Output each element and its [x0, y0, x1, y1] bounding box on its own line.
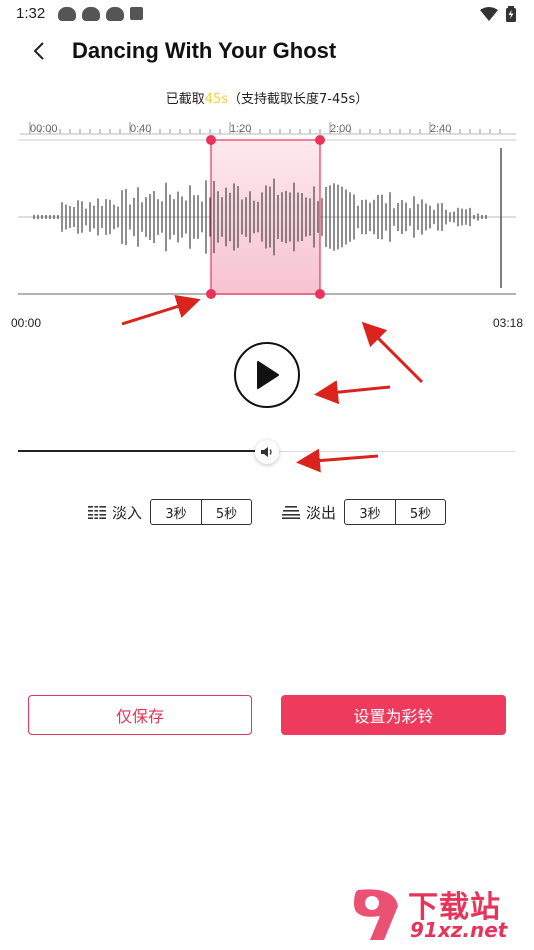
volume-knob[interactable]: [255, 440, 279, 464]
fade-in-3s-option[interactable]: 3秒: [151, 500, 201, 524]
wifi-icon: [480, 7, 498, 21]
annotation-arrow: [361, 321, 424, 384]
save-only-button[interactable]: 仅保存: [28, 695, 252, 735]
clip-info: 已截取45s（支持截取长度7-45s）: [0, 88, 534, 107]
ruler-tick-label: 00:00: [30, 123, 58, 135]
waveform-canvas[interactable]: 00:00 0:40 1:20 2:00 2:40: [0, 116, 534, 316]
clip-duration: 45s: [204, 92, 229, 107]
set-ringtone-button[interactable]: 设置为彩铃: [281, 695, 506, 735]
volume-track-empty: [279, 451, 516, 452]
app-notification-icon: [82, 7, 100, 21]
watermark-text-bottom: 91xz.net: [410, 918, 508, 942]
volume-slider[interactable]: [18, 440, 516, 464]
fade-out-label: 淡出: [306, 503, 337, 522]
timeline-tick-labels: 00:00 0:40 1:20 2:00 2:40: [30, 123, 451, 135]
fade-out-icon: [282, 506, 300, 519]
status-right: [480, 6, 516, 22]
fade-in-icon: [88, 505, 106, 519]
clip-info-prefix: 已截取: [165, 92, 205, 107]
battery-icon: [506, 6, 516, 22]
status-notification-icons: [58, 7, 143, 21]
volume-track-filled: [18, 450, 255, 452]
status-time: 1:32: [16, 5, 46, 22]
fade-out-group: 淡出 3秒 5秒: [282, 499, 447, 525]
fade-in-5s-option[interactable]: 5秒: [201, 500, 251, 524]
app-notification-icon: [130, 7, 143, 20]
chevron-left-icon: [33, 42, 44, 60]
play-icon: [257, 361, 279, 389]
selection-start-handle[interactable]: [206, 289, 216, 299]
annotation-arrow: [314, 380, 391, 405]
selection-end-handle-top[interactable]: [315, 135, 325, 145]
site-watermark: 下载站 91xz.net: [348, 882, 526, 944]
fade-in-group: 淡入 3秒 5秒: [88, 499, 253, 525]
clip-info-suffix: （支持截取长度7-45s）: [228, 92, 369, 107]
ruler-tick-label: 2:40: [430, 123, 451, 135]
timeline-start-time: 00:00: [11, 316, 42, 330]
selection-end-handle[interactable]: [315, 289, 325, 299]
status-bar: 1:32: [0, 0, 534, 28]
selection-start-handle-top[interactable]: [206, 135, 216, 145]
ruler-tick-label: 1:20: [230, 123, 251, 135]
waveform-editor[interactable]: 00:00 0:40 1:20 2:00 2:40: [0, 116, 534, 316]
fade-out-5s-option[interactable]: 5秒: [395, 500, 445, 524]
timeline-end-time: 03:18: [492, 316, 523, 330]
fade-out-3s-option[interactable]: 3秒: [345, 500, 395, 524]
fade-out-options: 3秒 5秒: [344, 499, 447, 525]
fade-in-label: 淡入: [112, 503, 143, 522]
speaker-icon: [261, 447, 272, 457]
ruler-tick-label: 2:00: [330, 123, 351, 135]
watermark-logo-icon: [354, 889, 398, 940]
play-button[interactable]: [234, 342, 300, 408]
page-title: Dancing With Your Ghost: [72, 38, 337, 63]
app-notification-icon: [106, 7, 124, 21]
fade-in-options: 3秒 5秒: [150, 499, 253, 525]
app-notification-icon: [58, 7, 76, 21]
back-button[interactable]: [24, 36, 54, 66]
header: Dancing With Your Ghost: [0, 28, 534, 76]
ruler-tick-label: 0:40: [130, 123, 151, 135]
